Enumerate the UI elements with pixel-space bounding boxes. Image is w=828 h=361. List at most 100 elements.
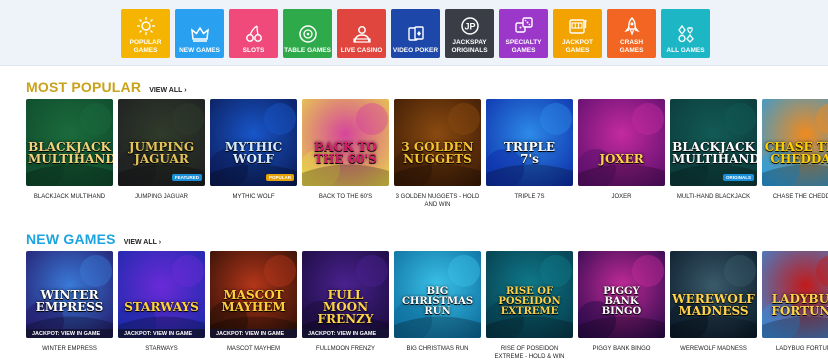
game-thumbnail[interactable]: FULL MOON FRENZY JACKPOT: VIEW IN GAME (302, 251, 389, 338)
category-label: Table Games (284, 46, 331, 54)
arrow-right-icon: › (184, 87, 187, 94)
game-thumbnail[interactable]: TRIPLE 7's (486, 99, 573, 186)
view-all-new-games-link[interactable]: VIEW ALL › (124, 239, 161, 246)
game-card[interactable]: BACK TO THE 60'S Back to the 60's (302, 99, 389, 209)
jackpot-label: JACKPOT: VIEW IN GAME (210, 329, 297, 338)
game-badge: Popular (265, 174, 294, 181)
game-card[interactable]: JUMPING JAGUAR Featured Jumping Jaguar (118, 99, 205, 209)
game-thumbnail[interactable]: BLACKJACK MULTIHAND Originals (670, 99, 757, 186)
game-thumbnail[interactable]: WINTER EMPRESS JACKPOT: VIEW IN GAME (26, 251, 113, 338)
game-thumbnail[interactable]: BIG CHRISTMAS RUN (394, 251, 481, 338)
category-label: Video Poker (392, 46, 439, 54)
game-card[interactable]: TRIPLE 7's Triple 7s (486, 99, 573, 209)
category-jackspay-originals[interactable]: JP Jackspay Originals (445, 9, 494, 58)
dealer-icon (352, 25, 371, 43)
game-thumbnail[interactable]: JUMPING JAGUAR Featured (118, 99, 205, 186)
category-video-poker[interactable]: Video Poker (391, 9, 440, 58)
game-name: Multi-hand Blackjack (676, 194, 751, 200)
category-list: Popular Games New Games Slots Table Games Li… (121, 9, 710, 58)
game-name: Back to the 60's (318, 194, 373, 200)
category-slots[interactable]: Slots (229, 9, 278, 58)
game-card[interactable]: PIGGY BANK BINGO Piggy Bank Bingo (578, 251, 665, 361)
view-all-label: VIEW ALL (123, 239, 157, 246)
category-all-games[interactable]: All Games (661, 9, 710, 58)
game-name: Fullmoon Frenzy (315, 346, 375, 352)
new-games-row: WINTER EMPRESS JACKPOT: VIEW IN GAME Winter… (26, 251, 828, 361)
game-art-title: CHASE THECHEDDAR (764, 140, 828, 166)
game-card[interactable]: CHASE THECHEDDAR Chase the Cheddar (762, 99, 828, 209)
game-card[interactable]: 3 GOLDEN NUGGETS 3 Golden Nuggets - Hold a… (394, 99, 481, 209)
game-card[interactable]: BIG CHRISTMAS RUN Big Christmas Run (394, 251, 481, 361)
category-label: Slots (242, 46, 265, 54)
game-art-title: BLACKJACK MULTIHAND (672, 140, 757, 166)
category-live-casino[interactable]: Live Casino (337, 9, 386, 58)
category-crash-games[interactable]: Crash Games (607, 9, 656, 58)
game-badge: Featured (171, 174, 202, 181)
game-thumbnail[interactable]: MASCOT MAYHEM JACKPOT: VIEW IN GAME (210, 251, 297, 338)
game-card[interactable]: RISE OF POSEIDON EXTREME Rise of Poseidon E… (486, 251, 573, 361)
game-thumbnail[interactable]: RISE OF POSEIDON EXTREME (486, 251, 573, 338)
game-artwork (118, 251, 205, 338)
game-art-title: BLACKJACK MULTIHAND (28, 140, 113, 166)
category-label: Popular Games (129, 39, 162, 54)
game-thumbnail[interactable]: WEREWOLF MADNESS (670, 251, 757, 338)
game-card[interactable]: STARWAYS JACKPOT: VIEW IN GAME Starways (118, 251, 205, 361)
game-art-title: LADYBUGFORTUNE (771, 292, 828, 318)
game-name: Mythic Wolf (232, 194, 275, 200)
game-card[interactable]: MYTHIC WOLF Popular Mythic Wolf (210, 99, 297, 209)
game-thumbnail[interactable]: BLACKJACK MULTIHAND (26, 99, 113, 186)
slot-machine-icon (568, 19, 587, 34)
game-name: Triple 7s (514, 194, 545, 200)
arrow-right-icon: › (158, 239, 162, 246)
game-name: Starways (145, 346, 178, 352)
game-art-title: WEREWOLF MADNESS (672, 292, 755, 318)
category-jackpot-games[interactable]: Jackpot Games (553, 9, 602, 58)
game-card[interactable]: MASCOT MAYHEM JACKPOT: VIEW IN GAME Mascot … (210, 251, 297, 361)
most-popular-header: MOST POPULAR VIEW ALL › (26, 79, 187, 95)
game-thumbnail[interactable]: MYTHIC WOLF Popular (210, 99, 297, 186)
category-label: New Games (179, 46, 220, 54)
new-games-header: NEW GAMES VIEW ALL › (26, 231, 161, 247)
game-thumbnail[interactable]: JOXER (578, 99, 665, 186)
game-card[interactable]: WINTER EMPRESS JACKPOT: VIEW IN GAME Winter… (26, 251, 113, 361)
category-table-games[interactable]: Table Games (283, 9, 332, 58)
category-bar: Popular Games New Games Slots Table Games Li… (0, 0, 828, 66)
game-name: Ladybug Fortune (775, 346, 828, 352)
roulette-icon (298, 24, 317, 43)
jackpot-label: JACKPOT: VIEW IN GAME (118, 329, 205, 338)
game-card[interactable]: JOXER Joxer (578, 99, 665, 209)
game-artwork (578, 99, 665, 186)
cherries-icon (245, 24, 262, 42)
game-card[interactable]: WEREWOLF MADNESS Werewolf Madness (670, 251, 757, 361)
section-title-new-games: NEW GAMES (26, 231, 116, 247)
game-thumbnail[interactable]: 3 GOLDEN NUGGETS (394, 99, 481, 186)
view-all-label: VIEW ALL (149, 87, 183, 94)
game-art-title: JUMPING JAGUAR (128, 140, 195, 166)
game-art-title: FULL MOON FRENZY (317, 288, 374, 326)
game-card[interactable]: BLACKJACK MULTIHAND Blackjack Multihand (26, 99, 113, 209)
game-thumbnail[interactable]: CHASE THECHEDDAR (762, 99, 828, 186)
game-badge: Originals (722, 174, 754, 181)
game-card[interactable]: LADYBUGFORTUNE Ladybug Fortune (762, 251, 828, 361)
category-specialty-games[interactable]: Specialty Games (499, 9, 548, 58)
game-name: Jumping Jaguar (134, 194, 188, 200)
game-thumbnail[interactable]: PIGGY BANK BINGO (578, 251, 665, 338)
game-name: Piggy Bank Bingo (592, 346, 651, 352)
game-art-title: BACK TO THE 60'S (314, 140, 377, 166)
view-all-most-popular-link[interactable]: VIEW ALL › (149, 87, 186, 94)
game-name: Joxer (611, 194, 632, 200)
category-new-games[interactable]: New Games (175, 9, 224, 58)
category-popular-games[interactable]: Popular Games (121, 9, 170, 58)
game-card[interactable]: FULL MOON FRENZY JACKPOT: VIEW IN GAME Full… (302, 251, 389, 361)
crown-icon (190, 26, 209, 42)
game-thumbnail[interactable]: BACK TO THE 60'S (302, 99, 389, 186)
category-label: Live Casino (340, 46, 383, 54)
game-art-title: STARWAYS (124, 300, 199, 314)
game-art-title: RISE OF POSEIDON EXTREME (498, 286, 561, 317)
game-card[interactable]: BLACKJACK MULTIHAND Originals Multi-hand Bl… (670, 99, 757, 209)
game-art-title: 3 GOLDEN NUGGETS (401, 140, 474, 166)
category-label: All Games (666, 46, 705, 54)
game-thumbnail[interactable]: STARWAYS JACKPOT: VIEW IN GAME (118, 251, 205, 338)
game-thumbnail[interactable]: LADYBUGFORTUNE (762, 251, 828, 338)
svg-text:JP: JP (464, 22, 475, 32)
